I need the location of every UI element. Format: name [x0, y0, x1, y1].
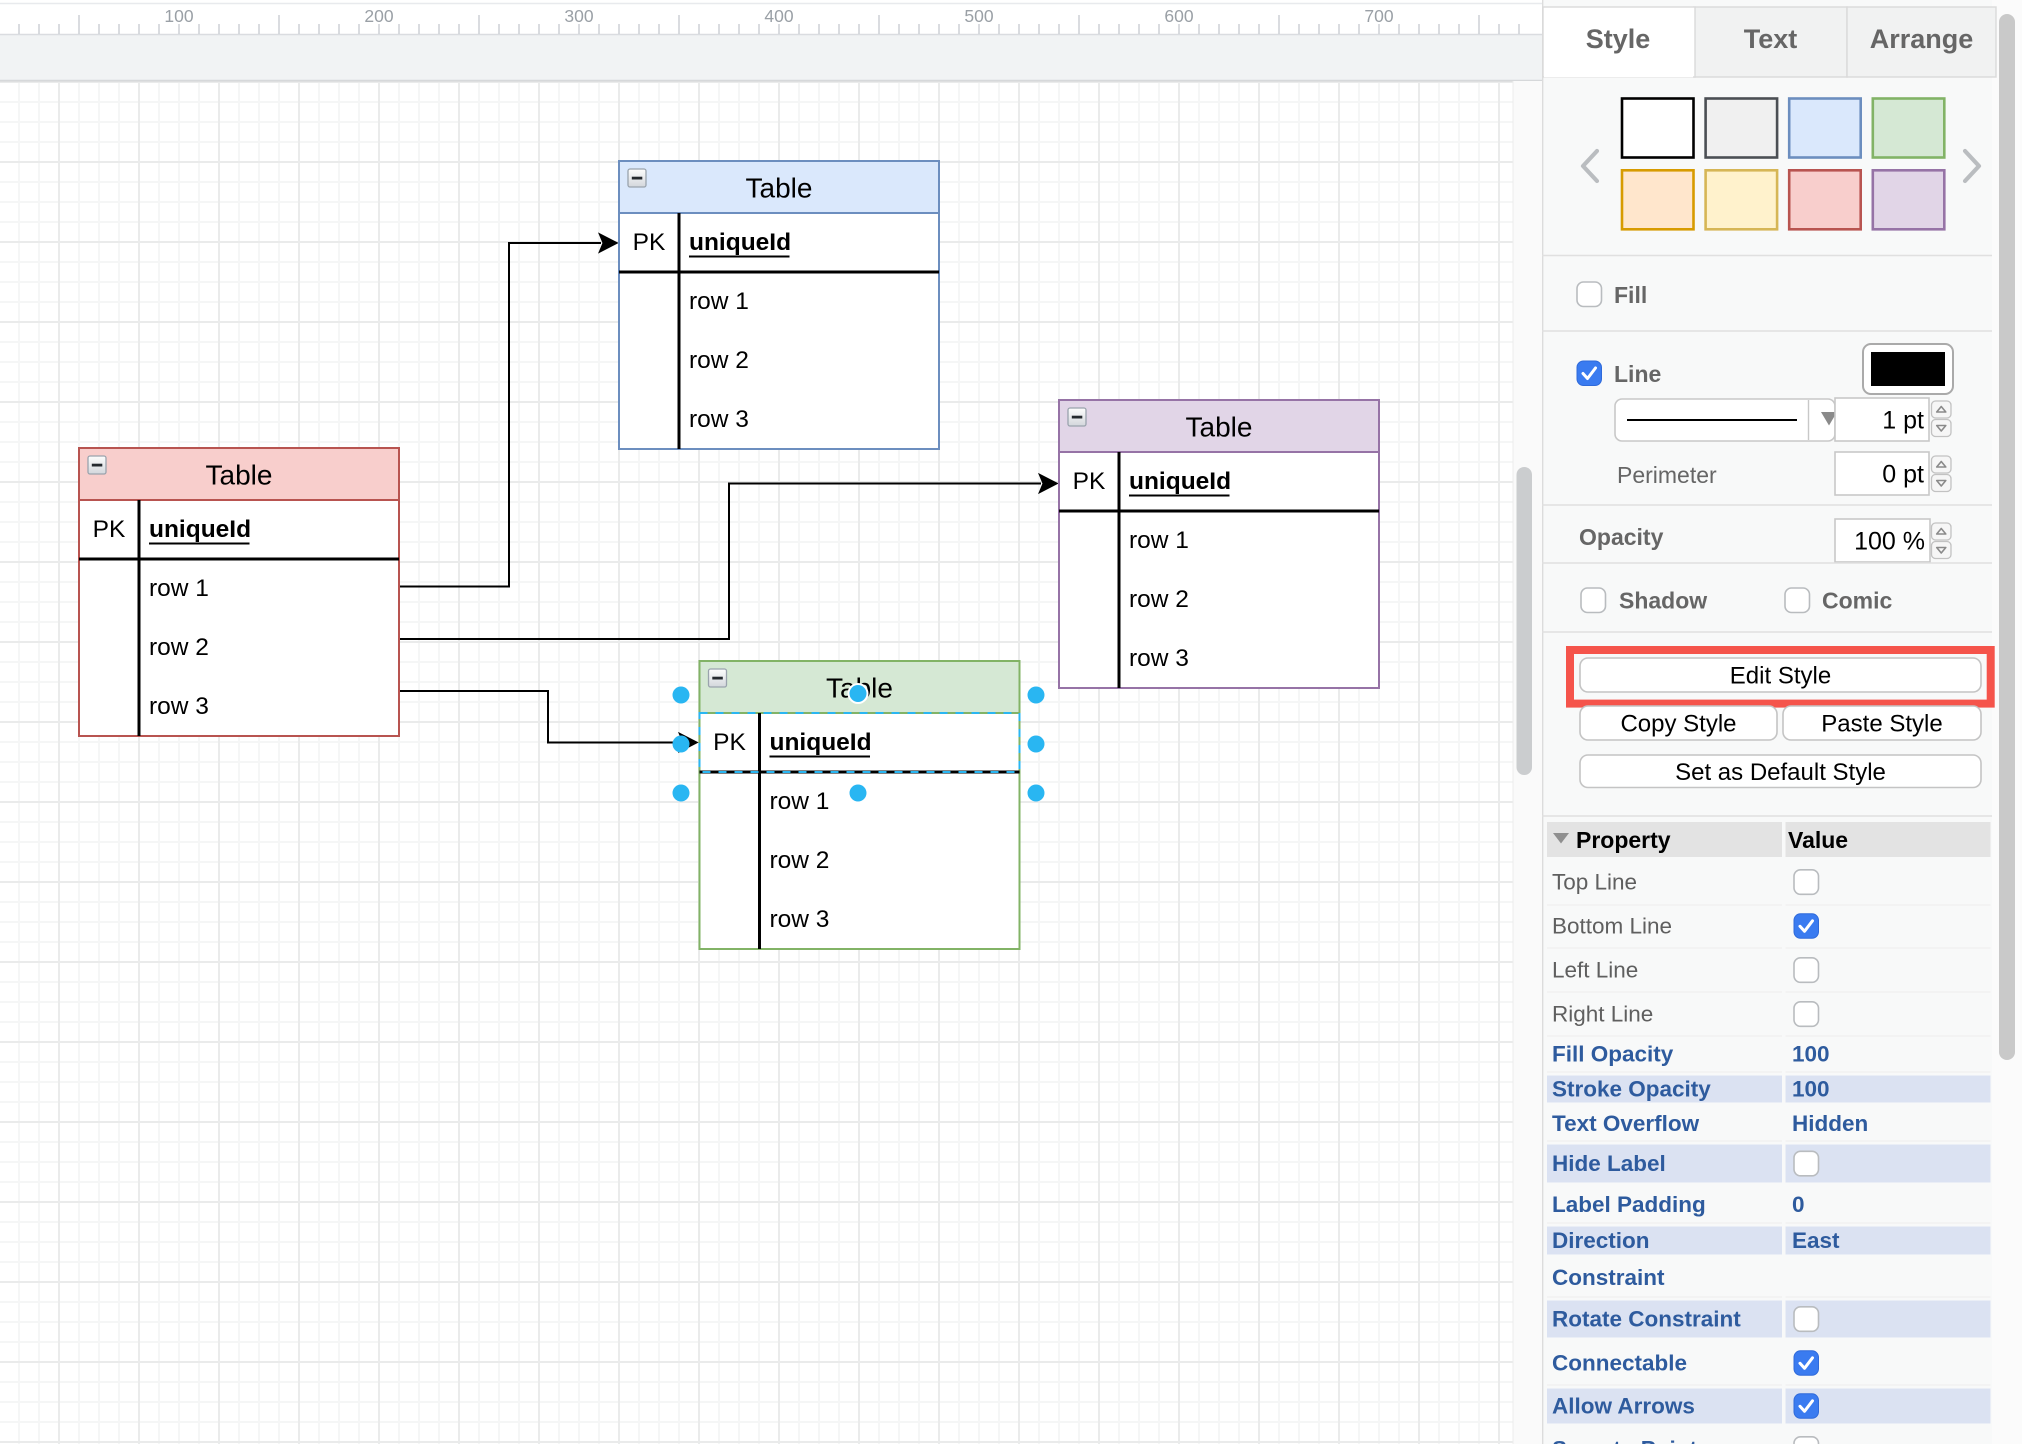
svg-text:PK: PK — [633, 229, 666, 256]
svg-text:Set as Default Style: Set as Default Style — [1675, 759, 1886, 786]
svg-text:100 %: 100 % — [1854, 528, 1925, 556]
svg-text:Label Padding: Label Padding — [1552, 1192, 1706, 1217]
svg-text:row 2: row 2 — [149, 634, 209, 661]
svg-text:Hidden: Hidden — [1792, 1111, 1868, 1136]
svg-text:East: East — [1792, 1228, 1840, 1253]
svg-text:Perimeter: Perimeter — [1617, 462, 1717, 488]
svg-text:Property: Property — [1576, 827, 1671, 853]
svg-text:Text Overflow: Text Overflow — [1552, 1111, 1700, 1136]
svg-text:row 3: row 3 — [149, 693, 209, 720]
svg-text:Right Line: Right Line — [1552, 1002, 1653, 1027]
svg-text:Fill Opacity: Fill Opacity — [1552, 1042, 1674, 1067]
svg-text:Constraint: Constraint — [1552, 1265, 1665, 1290]
svg-text:row 2: row 2 — [689, 347, 749, 374]
svg-text:400: 400 — [764, 6, 793, 26]
svg-text:uniqueId: uniqueId — [770, 729, 872, 756]
svg-text:Text: Text — [1744, 24, 1798, 54]
svg-text:PK: PK — [713, 729, 746, 756]
svg-text:Snap to Point: Snap to Point — [1552, 1437, 1697, 1445]
svg-text:300: 300 — [564, 6, 593, 26]
svg-text:uniqueId: uniqueId — [1129, 468, 1231, 495]
svg-text:Table: Table — [746, 173, 813, 204]
svg-text:Copy Style: Copy Style — [1620, 711, 1736, 738]
svg-text:Hide Label: Hide Label — [1552, 1151, 1666, 1176]
svg-text:700: 700 — [1364, 6, 1393, 26]
svg-text:Left Line: Left Line — [1552, 958, 1638, 983]
svg-text:Stroke Opacity: Stroke Opacity — [1552, 1077, 1711, 1102]
svg-text:1 pt: 1 pt — [1882, 407, 1924, 435]
svg-text:500: 500 — [964, 6, 993, 26]
svg-text:Arrange: Arrange — [1870, 24, 1974, 54]
svg-text:PK: PK — [1073, 468, 1106, 495]
svg-text:Opacity: Opacity — [1579, 524, 1664, 550]
svg-text:Paste Style: Paste Style — [1821, 711, 1942, 738]
svg-text:uniqueId: uniqueId — [689, 229, 791, 256]
svg-text:Table: Table — [1186, 412, 1253, 443]
svg-text:0 pt: 0 pt — [1882, 461, 1924, 489]
svg-text:Style: Style — [1586, 24, 1651, 54]
svg-text:row 1: row 1 — [149, 575, 209, 602]
svg-text:Connectable: Connectable — [1552, 1351, 1687, 1376]
svg-text:100: 100 — [164, 6, 193, 26]
svg-text:Shadow: Shadow — [1619, 588, 1707, 614]
svg-text:Fill: Fill — [1614, 282, 1647, 308]
svg-text:Allow Arrows: Allow Arrows — [1552, 1394, 1695, 1419]
svg-text:Comic: Comic — [1822, 588, 1893, 614]
svg-text:PK: PK — [93, 516, 126, 543]
svg-text:Rotate Constraint: Rotate Constraint — [1552, 1307, 1741, 1332]
svg-text:Edit Style: Edit Style — [1730, 663, 1831, 690]
svg-text:Direction: Direction — [1552, 1228, 1650, 1253]
svg-text:Bottom Line: Bottom Line — [1552, 914, 1672, 939]
svg-text:600: 600 — [1164, 6, 1193, 26]
svg-text:100: 100 — [1792, 1077, 1830, 1102]
svg-text:Table: Table — [206, 460, 273, 491]
svg-text:row 3: row 3 — [689, 406, 749, 433]
svg-text:row 2: row 2 — [1129, 586, 1189, 613]
svg-text:100: 100 — [1792, 1042, 1830, 1067]
svg-text:Value: Value — [1788, 827, 1848, 853]
svg-text:uniqueId: uniqueId — [149, 516, 251, 543]
svg-text:row 2: row 2 — [770, 847, 830, 874]
svg-text:row 3: row 3 — [1129, 645, 1189, 672]
svg-text:200: 200 — [364, 6, 393, 26]
svg-text:row 1: row 1 — [1129, 527, 1189, 554]
svg-text:Line: Line — [1614, 361, 1661, 387]
svg-text:row 3: row 3 — [770, 906, 830, 933]
svg-text:0: 0 — [1792, 1192, 1805, 1217]
svg-text:Top Line: Top Line — [1552, 870, 1637, 895]
svg-text:row 1: row 1 — [770, 788, 830, 815]
svg-text:row 1: row 1 — [689, 288, 749, 315]
